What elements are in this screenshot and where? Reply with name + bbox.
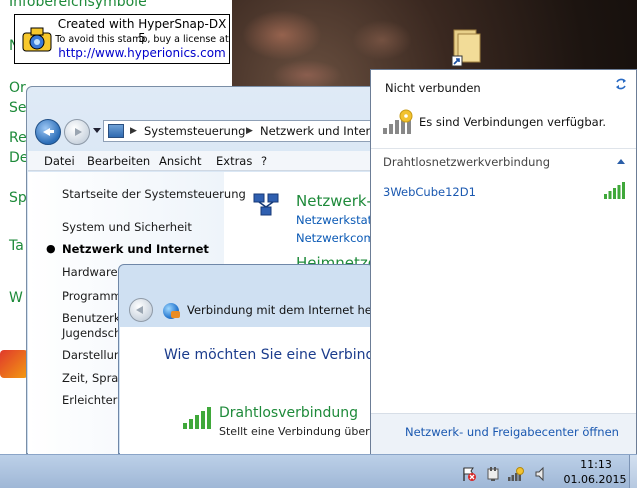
- menu-help[interactable]: ?: [261, 154, 267, 168]
- wifi-network-item[interactable]: 3WebCube12D1: [383, 185, 476, 199]
- forward-button[interactable]: [64, 119, 90, 145]
- breadcrumb-systemsteuerung[interactable]: Systemsteuerung: [144, 124, 245, 138]
- help-link-fragment[interactable]: Sp: [9, 190, 27, 206]
- sidebar-item-network-internet[interactable]: Netzwerk und Internet: [62, 242, 209, 256]
- section-heading-network[interactable]: Netzwerk-: [296, 192, 372, 210]
- camera-icon: [21, 23, 53, 55]
- recent-pages-dropdown-icon[interactable]: [93, 128, 101, 133]
- clock-time[interactable]: 11:13: [572, 458, 620, 471]
- address-bar[interactable]: ▶ Systemsteuerung ▶ Netzwerk und Interne: [103, 120, 407, 142]
- sidebar-item-hardware[interactable]: Hardware: [62, 265, 118, 279]
- chevron-right-icon[interactable]: ▶: [130, 126, 137, 136]
- stamp-line-2: To avoid this stamp, buy a license at: [55, 34, 229, 45]
- connection-status: Nicht verbunden: [385, 81, 481, 95]
- help-link-fragment[interactable]: Se: [9, 100, 27, 116]
- breadcrumb-network[interactable]: Netzwerk und Interne: [260, 124, 384, 138]
- internet-globe-icon: [163, 303, 180, 319]
- folder-shortcut-icon[interactable]: [450, 28, 484, 68]
- refresh-icon[interactable]: [614, 77, 628, 91]
- network-globe-icon: [252, 192, 280, 218]
- network-flyout: Nicht verbunden Es sind Verbindungen ver…: [370, 69, 637, 454]
- taskbar: 11:13 01.06.2015: [0, 454, 637, 488]
- help-link-fragment[interactable]: Ta: [9, 238, 24, 254]
- show-desktop-button[interactable]: [629, 455, 637, 488]
- clock-date[interactable]: 01.06.2015: [560, 473, 630, 486]
- chevron-up-icon[interactable]: [617, 159, 625, 164]
- link-network-status[interactable]: Netzwerkstatu: [296, 213, 379, 227]
- hypersnap-stamp: Created with HyperSnap-DX 5 To avoid thi…: [14, 14, 230, 64]
- connect-internet-wizard: Verbindung mit dem Internet herste Wie m…: [118, 264, 394, 455]
- power-plug-icon[interactable]: [485, 466, 501, 482]
- back-button[interactable]: [35, 119, 61, 145]
- action-center-flag-icon[interactable]: [461, 466, 477, 482]
- ccleaner-icon: [0, 350, 28, 378]
- sidebar-item-system-security[interactable]: System und Sicherheit: [62, 220, 192, 234]
- wizard-back-button[interactable]: [129, 298, 153, 322]
- chevron-right-icon[interactable]: ▶: [246, 126, 253, 136]
- help-link-fragment[interactable]: Or: [9, 80, 26, 96]
- sidebar-item-ease-of-access[interactable]: Erleichter: [62, 393, 117, 407]
- help-link-fragment[interactable]: W: [9, 290, 23, 306]
- network-tray-icon[interactable]: [508, 466, 524, 482]
- control-panel-icon: [108, 124, 124, 138]
- wireless-available-icon: [383, 108, 415, 136]
- sidebar-item-clock-language[interactable]: Zeit, Sprac: [62, 371, 125, 385]
- wizard-title: Verbindung mit dem Internet herste: [187, 303, 395, 317]
- menu-extras[interactable]: Extras: [216, 154, 252, 168]
- help-link-fragment[interactable]: Re: [9, 130, 27, 146]
- menu-bearbeiten[interactable]: Bearbeiten: [87, 154, 150, 168]
- menu-datei[interactable]: Datei: [44, 154, 75, 168]
- connections-available-text: Es sind Verbindungen verfügbar.: [419, 115, 607, 129]
- sidebar-item-programs[interactable]: Programm: [62, 289, 122, 303]
- menu-ansicht[interactable]: Ansicht: [159, 154, 201, 168]
- sidebar-item-home[interactable]: Startseite der Systemsteuerung: [62, 187, 246, 201]
- wireless-signal-icon: [183, 405, 213, 429]
- stamp-link[interactable]: http://www.hyperionics.com: [55, 46, 229, 60]
- network-sharing-center-link[interactable]: Netzwerk- und Freigabecenter öffnen: [405, 425, 619, 439]
- address-bar-area: ▶ Systemsteuerung ▶ Netzwerk und Interne: [27, 87, 407, 149]
- sidebar-item-parental[interactable]: Jugendsch: [62, 326, 121, 340]
- menu-bar: Datei Bearbeiten Ansicht Extras ?: [28, 151, 406, 171]
- wireless-group-header[interactable]: Drahtlosnetzwerkverbindung: [383, 155, 550, 169]
- selected-bullet: ●: [46, 242, 56, 255]
- help-link-infobereichsymbole[interactable]: Infobereichsymbole: [9, 0, 147, 10]
- signal-strength-icon: [604, 181, 626, 199]
- wizard-question: Wie möchten Sie eine Verbind: [164, 347, 375, 363]
- wireless-option-desc: Stellt eine Verbindung über e: [219, 425, 380, 438]
- wireless-option-title[interactable]: Drahtlosverbindung: [219, 405, 358, 421]
- volume-icon[interactable]: [534, 466, 550, 482]
- divider: [371, 148, 636, 149]
